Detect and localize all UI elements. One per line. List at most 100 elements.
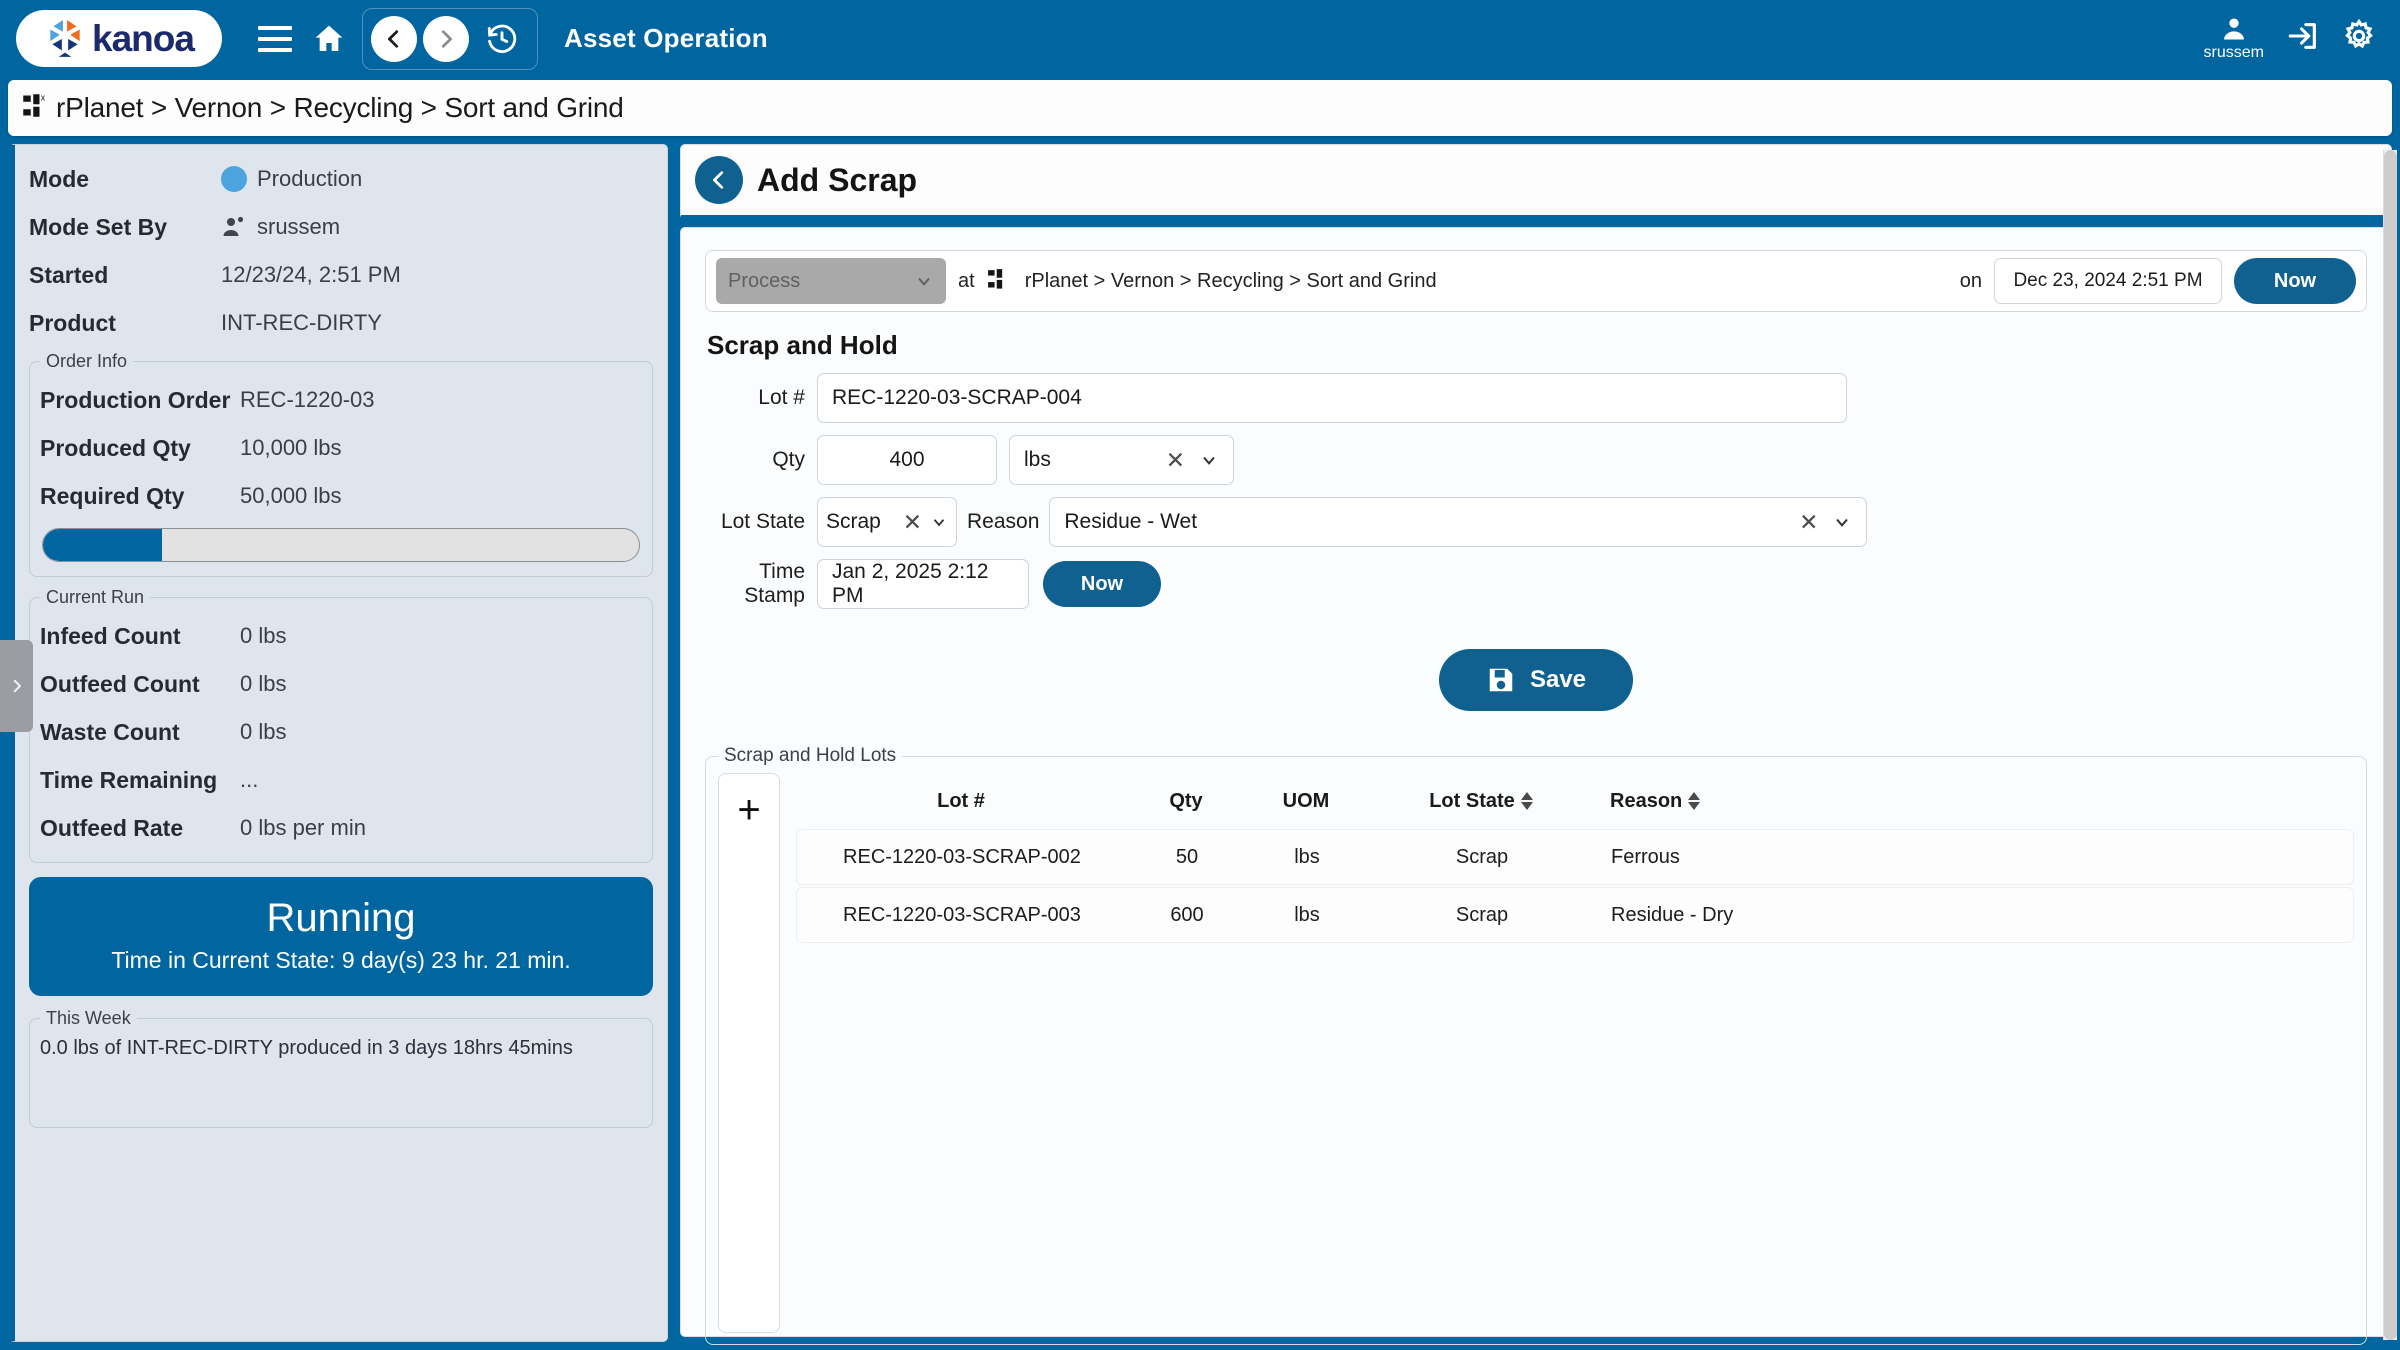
mode-value: Production [257, 166, 363, 191]
table-row[interactable]: REC-1220-03-SCRAP-003 600 lbs Scrap Resi… [796, 887, 2354, 943]
logout-icon[interactable] [2286, 19, 2320, 58]
add-lot-button[interactable]: + [718, 773, 780, 1333]
asset-status-panel: Mode Production Mode Set By srussem Star… [8, 144, 668, 1342]
row-label: Product [29, 309, 116, 336]
gear-icon[interactable] [2342, 18, 2376, 58]
run-row-outfeed-rate: Outfeed Rate 0 lbs per min [40, 804, 642, 852]
back-chevron-icon[interactable] [695, 156, 743, 204]
panel-header: Add Scrap [680, 144, 2392, 220]
row-label: Started [29, 261, 109, 288]
user-account-icon[interactable]: srussem [2204, 15, 2264, 62]
context-bar: Process at rPlanet > Vernon > Recycling … [705, 250, 2367, 312]
qty-input[interactable]: 400 [817, 435, 997, 485]
operator-icon [223, 216, 244, 236]
lot-state-select[interactable]: Scrap ✕ [817, 497, 957, 547]
order-row-production-order: Production Order REC-1220-03 [40, 376, 642, 424]
history-nav-group [362, 7, 538, 70]
reason-select[interactable]: Residue - Wet ✕ [1049, 497, 1868, 547]
order-info-legend: Order Info [46, 351, 128, 371]
back-chevron-icon[interactable] [371, 15, 417, 62]
qty-input-value: 400 [889, 448, 925, 471]
chevron-down-icon[interactable] [1199, 450, 1219, 470]
history-clock-icon[interactable] [475, 12, 529, 66]
svg-text:x: x [41, 93, 46, 103]
asset-hierarchy-icon: x [23, 93, 46, 117]
clear-x-icon[interactable]: ✕ [903, 510, 922, 534]
row-label: Mode [29, 165, 90, 192]
lots-table: Lot # Qty UOM Lot State Reason REC-1220-… [796, 773, 2354, 1333]
chevron-down-icon[interactable] [930, 513, 948, 531]
row-label: Waste Count [40, 718, 180, 745]
lot-input[interactable]: REC-1220-03-SCRAP-004 [817, 373, 1847, 423]
kanoa-logo-icon [50, 19, 80, 57]
row-value: 0 lbs [240, 719, 287, 744]
row-label: Outfeed Rate [40, 814, 184, 841]
nav-icon-group [248, 7, 538, 70]
top-app-bar: kanoa Asset Operation srussem [0, 0, 2400, 77]
col-header-lot-state[interactable]: Lot State [1366, 790, 1596, 813]
scrollbar-thumb[interactable] [2384, 150, 2397, 1340]
chevron-down-icon[interactable] [1832, 512, 1852, 532]
lot-state-value: Scrap [826, 510, 881, 533]
context-datetime-input[interactable]: Dec 23, 2024 2:51 PM [1994, 258, 2222, 304]
run-row-waste-count: Waste Count 0 lbs [40, 708, 642, 756]
collapse-panel-chevron-icon[interactable] [0, 640, 33, 732]
run-row-time-remaining: Time Remaining ... [40, 756, 642, 804]
clear-x-icon[interactable]: ✕ [1799, 510, 1818, 534]
timestamp-input[interactable]: Jan 2, 2025 2:12 PM [817, 559, 1029, 609]
form-row-lot-state-reason: Lot State Scrap ✕ Reason Residue - Wet ✕ [705, 497, 2367, 547]
sort-arrows-icon[interactable] [1520, 792, 1533, 810]
form-row-timestamp: Time Stamp Jan 2, 2025 2:12 PM Now [705, 559, 2367, 609]
brand-wordmark: kanoa [92, 18, 195, 59]
uom-select-value: lbs [1024, 448, 1051, 471]
current-run-group: Current Run Infeed Count 0 lbs Outfeed C… [29, 587, 653, 863]
clear-x-icon[interactable]: ✕ [1166, 448, 1185, 472]
breadcrumb[interactable]: x rPlanet > Vernon > Recycling > Sort an… [8, 80, 2392, 136]
cell-qty: 600 [1170, 903, 1204, 926]
lots-legend: Scrap and Hold Lots [724, 745, 897, 766]
timestamp-value: Jan 2, 2025 2:12 PM [832, 560, 989, 607]
row-label: Mode Set By [29, 213, 168, 240]
row-label: Time Remaining [40, 766, 218, 793]
brand-logo[interactable]: kanoa [16, 10, 222, 67]
row-value: 0 lbs per min [240, 815, 366, 840]
table-row[interactable]: REC-1220-03-SCRAP-002 50 lbs Scrap Ferro… [796, 829, 2354, 885]
page-scrollbar[interactable] [2383, 150, 2397, 1340]
run-row-infeed-count: Infeed Count 0 lbs [40, 612, 642, 660]
asset-hierarchy-icon [987, 269, 1002, 289]
save-button[interactable]: Save [1439, 649, 1633, 711]
col-header-reason[interactable]: Reason [1596, 790, 1896, 813]
home-icon[interactable] [302, 12, 356, 66]
asset-state-card[interactable]: Running Time in Current State: 9 day(s) … [29, 877, 653, 996]
order-progress-fill [43, 529, 163, 561]
row-value: Production [221, 166, 362, 192]
status-row-mode: Mode Production [29, 155, 653, 203]
context-on-label: on [1959, 269, 1982, 292]
row-label: Production Order [40, 386, 231, 413]
cell-uom: lbs [1294, 903, 1320, 926]
row-label: Infeed Count [40, 622, 181, 649]
context-now-button[interactable]: Now [2234, 258, 2356, 304]
row-value: REC-1220-03 [240, 387, 375, 412]
col-header-qty: Qty [1169, 789, 1203, 812]
row-label: Required Qty [40, 482, 185, 509]
cell-qty: 50 [1175, 845, 1199, 868]
breadcrumb-text: rPlanet > Vernon > Recycling > Sort and … [56, 92, 624, 123]
lots-inner: + Lot # Qty UOM Lot State Reason REC-122… [718, 773, 2354, 1333]
sort-arrows-icon[interactable] [1688, 792, 1701, 810]
row-value: 0 lbs [240, 671, 287, 696]
reason-value: Residue - Wet [1064, 510, 1198, 533]
uom-select[interactable]: lbs ✕ [1009, 435, 1234, 485]
save-row: Save [705, 649, 2367, 711]
status-row-mode-set-by: Mode Set By srussem [29, 203, 653, 251]
lot-input-value: REC-1220-03-SCRAP-004 [832, 386, 1082, 409]
menu-icon[interactable] [248, 12, 302, 66]
timestamp-now-button[interactable]: Now [1043, 561, 1161, 607]
process-select[interactable]: Process [716, 258, 946, 304]
floppy-disk-icon [1489, 668, 1513, 692]
row-label: Outfeed Count [40, 670, 200, 697]
col-header-reason-label: Reason [1610, 789, 1683, 812]
top-bar-actions: srussem [2204, 15, 2376, 62]
forward-chevron-icon[interactable] [423, 15, 469, 62]
add-scrap-panel: Add Scrap Process at rPlanet > Vernon > … [680, 144, 2392, 1345]
